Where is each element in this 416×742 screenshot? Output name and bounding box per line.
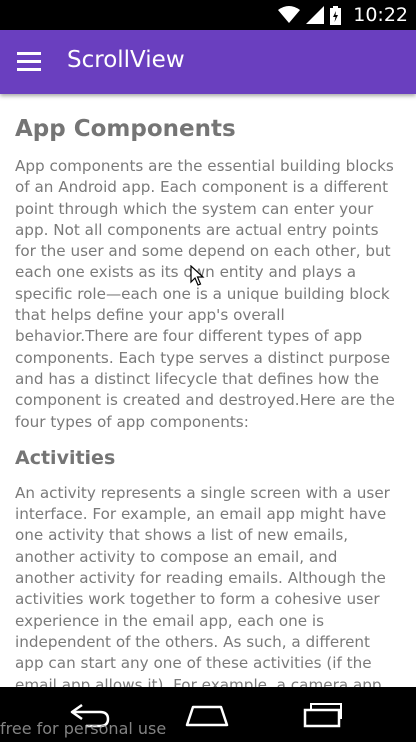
- mouse-cursor-icon: [190, 265, 205, 286]
- section-title: App Components: [15, 116, 236, 142]
- watermark-text: free for personal use: [0, 719, 167, 738]
- scroll-content: App Components App components are the es…: [0, 94, 416, 687]
- activities-title: Activities: [15, 446, 116, 469]
- home-icon[interactable]: [184, 701, 230, 729]
- status-bar: 10:22: [0, 0, 416, 30]
- app-bar: ScrollView: [0, 30, 416, 94]
- intro-paragraph: App components are the essential buildin…: [15, 157, 395, 431]
- app-title: ScrollView: [67, 47, 185, 73]
- recents-icon[interactable]: [301, 701, 347, 729]
- hamburger-menu-icon[interactable]: [17, 52, 41, 72]
- status-time: 10:22: [353, 4, 408, 26]
- status-icons: 10:22: [278, 0, 408, 30]
- wifi-icon: [278, 6, 301, 23]
- activities-paragraph: An activity represents a single screen w…: [15, 483, 390, 687]
- scroll-view[interactable]: App Components App components are the es…: [0, 94, 416, 687]
- battery-charging-icon: [330, 5, 342, 25]
- signal-icon: [306, 6, 325, 24]
